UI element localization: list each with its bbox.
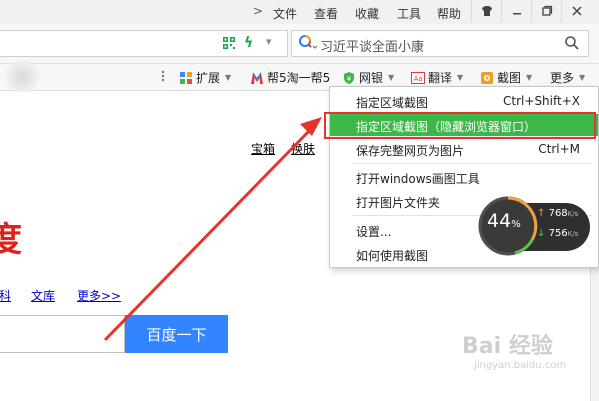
upload-speed: ↑ 768K/s xyxy=(537,208,579,219)
download-speed: ↓ 756K/s xyxy=(537,228,579,239)
baidu-jingyan-watermark: Bai 经验 jingyan.baidu.com xyxy=(462,334,567,371)
arrow-down-icon: ↓ xyxy=(537,228,546,239)
menu-item-save-full-page[interactable]: 保存完整网页为图片 Ctrl+M xyxy=(330,138,598,160)
arrow-up-icon: ↑ xyxy=(537,208,546,219)
menu-item-open-paint[interactable]: 打开windows画图工具 xyxy=(330,166,598,188)
cpu-percent: 44% xyxy=(487,210,521,232)
menu-separator xyxy=(352,163,592,164)
highlight-box xyxy=(324,112,596,139)
network-speed-widget[interactable]: 44% ↑ 768K/s ↓ 756K/s xyxy=(477,193,590,259)
menu-item-region-capture[interactable]: 指定区域截图 Ctrl+Shift+X xyxy=(330,90,598,112)
